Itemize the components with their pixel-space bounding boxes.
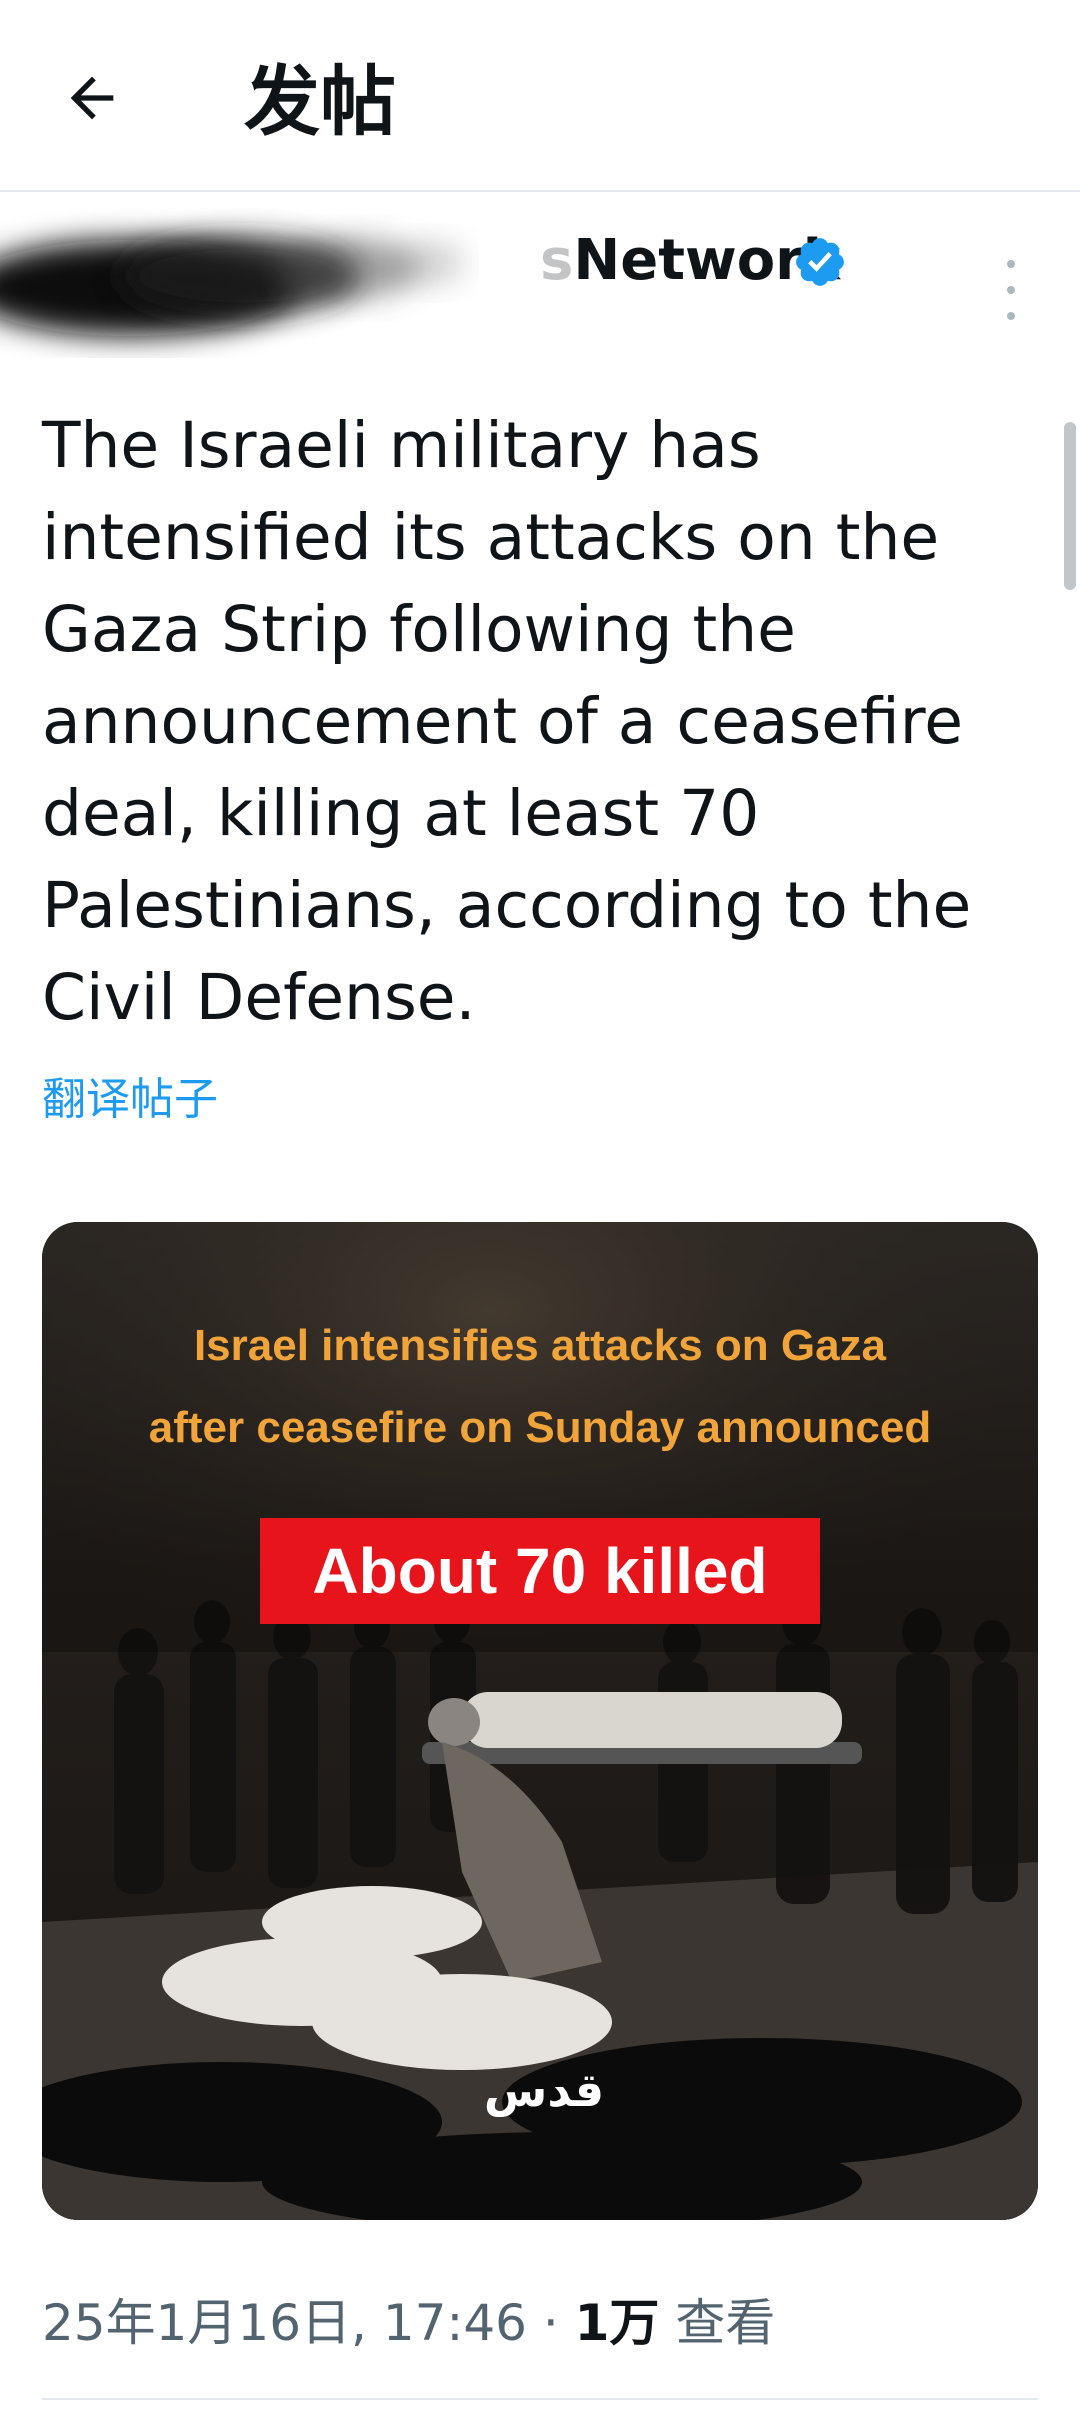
post-meta: 25年1月16日, 17:46 · 1万 查看 — [42, 2290, 775, 2356]
media-logo: قدس — [483, 2063, 605, 2117]
back-arrow-icon — [70, 76, 114, 120]
media-headline-line2: after ceasefire on Sunday announced — [148, 1403, 932, 1452]
views-label: 查看 — [659, 2294, 776, 2352]
scrollbar-thumb[interactable] — [1064, 422, 1076, 590]
translate-post-link[interactable]: 翻译帖子 — [42, 1070, 218, 1130]
media-headline-line1: Israel intensifies attacks on Gaza — [193, 1321, 887, 1370]
author-name-faded: s — [540, 228, 574, 293]
top-bar: 发帖 — [0, 0, 1080, 192]
post-media-image[interactable]: Israel intensifies attacks on Gaza after… — [42, 1222, 1038, 2220]
more-options-icon[interactable] — [996, 260, 1026, 320]
post-timestamp[interactable]: 25年1月16日, 17:46 — [42, 2294, 527, 2352]
media-red-banner: About 70 killed — [260, 1518, 820, 1624]
post-text: The Israeli military has intensified its… — [42, 409, 972, 1034]
meta-separator: · — [526, 2294, 575, 2352]
divider — [42, 2398, 1038, 2400]
redacted-avatar-blur — [0, 236, 465, 336]
back-button[interactable] — [56, 62, 128, 134]
page-title: 发帖 — [244, 57, 396, 146]
verified-badge-icon — [796, 238, 844, 286]
views-count[interactable]: 1万 — [575, 2294, 660, 2352]
